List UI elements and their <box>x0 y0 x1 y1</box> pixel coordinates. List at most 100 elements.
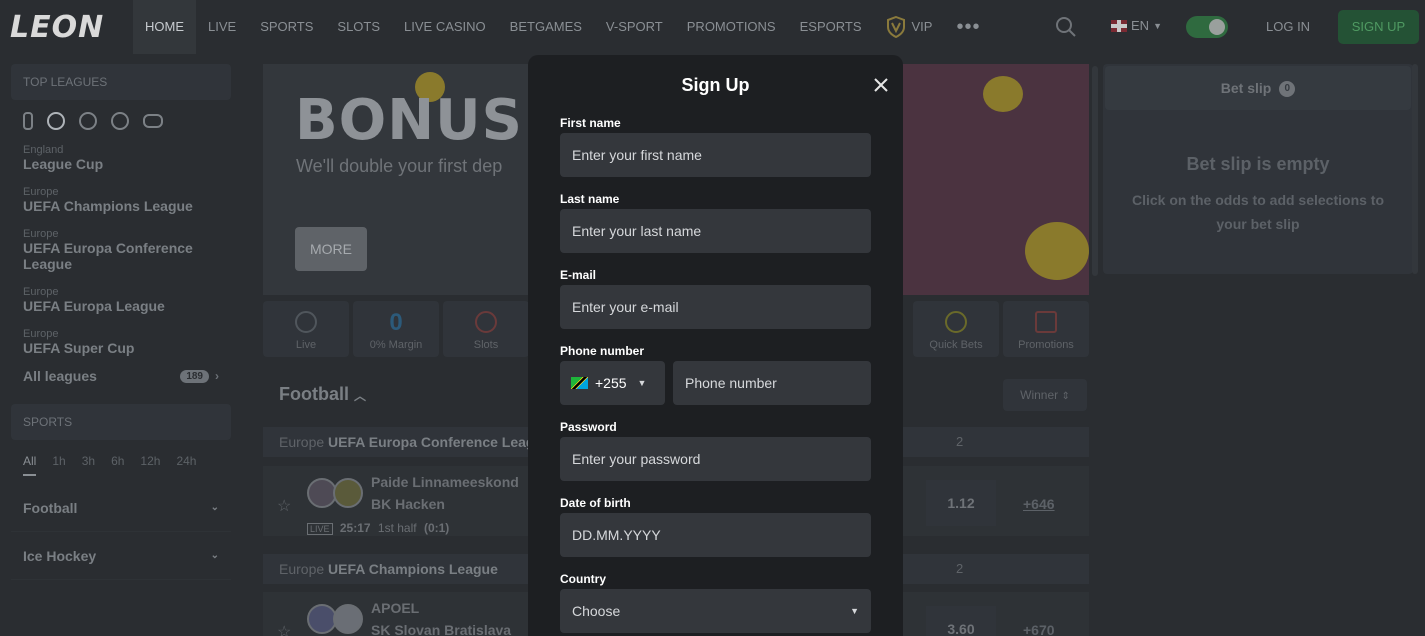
dob-label: Date of birth <box>560 496 631 510</box>
league-name: UEFA Champions League <box>23 198 193 214</box>
left-sidebar: TOP LEAGUES England League Cup Europe UE… <box>11 64 231 580</box>
odds-button[interactable]: 3.60 <box>926 606 996 636</box>
rocket-icon <box>945 311 967 333</box>
tile-slots[interactable]: Slots <box>443 301 529 357</box>
nav-home[interactable]: HOME <box>133 0 196 54</box>
password-label: Password <box>560 420 617 434</box>
nav-sports[interactable]: SPORTS <box>248 0 325 54</box>
basketball-filter-icon[interactable] <box>111 112 129 130</box>
signup-header-button[interactable]: SIGN UP <box>1338 10 1419 44</box>
league-item[interactable]: Europe UEFA Champions League <box>11 186 231 214</box>
slots-icon <box>475 311 497 333</box>
league-item[interactable]: Europe UEFA Europa League <box>11 286 231 314</box>
coin-image <box>983 76 1023 112</box>
tile-promotions[interactable]: Promotions <box>1003 301 1089 357</box>
search-icon[interactable] <box>1054 15 1078 39</box>
betslip-scrollbar[interactable] <box>1412 64 1418 274</box>
more-markets-link[interactable]: +670 <box>1023 622 1055 636</box>
nav-live[interactable]: LIVE <box>196 0 248 54</box>
team-home: APOEL <box>371 600 420 616</box>
star-icon[interactable]: ☆ <box>277 622 291 636</box>
league-region: Europe <box>23 328 59 340</box>
country-select[interactable]: Choose ▼ <box>560 589 871 633</box>
close-icon[interactable] <box>871 75 891 95</box>
time-filter-3h[interactable]: 3h <box>82 454 95 476</box>
nav-betgames[interactable]: BETGAMES <box>498 0 594 54</box>
coin-image <box>1025 222 1089 280</box>
nav-live-casino[interactable]: LIVE CASINO <box>392 0 498 54</box>
nav-vip[interactable]: VIP <box>874 0 945 54</box>
time-filter-24h[interactable]: 24h <box>176 454 196 476</box>
star-icon[interactable]: ☆ <box>277 496 291 516</box>
dob-input[interactable] <box>560 513 871 557</box>
password-input[interactable] <box>560 437 871 481</box>
team-home: Paide Linnameeskond <box>371 474 519 490</box>
toggle-knob <box>1209 19 1225 35</box>
time-filter-1h[interactable]: 1h <box>52 454 65 476</box>
sport-row-ice-hockey[interactable]: Ice Hockey ⌄ <box>11 532 231 580</box>
sports-title: SPORTS <box>11 404 231 440</box>
time-filter-6h[interactable]: 6h <box>111 454 124 476</box>
nav-v-sport[interactable]: V-SPORT <box>594 0 675 54</box>
country-label: Country <box>560 572 606 586</box>
first-name-input[interactable] <box>560 133 871 177</box>
league-name: UEFA Super Cup <box>23 340 135 356</box>
events-heading[interactable]: Football ︿ <box>279 384 366 405</box>
content-scrollbar[interactable] <box>1092 66 1098 276</box>
all-leagues-label: All leagues <box>23 368 97 384</box>
phone-number-input[interactable] <box>673 361 871 405</box>
competition-name: UEFA Champions League <box>328 561 498 577</box>
banner-more-button[interactable]: MORE <box>295 227 367 271</box>
login-button[interactable]: LOG IN <box>1254 0 1322 54</box>
team-logos <box>307 604 363 636</box>
theme-toggle[interactable] <box>1186 16 1228 38</box>
chevron-down-icon: ⌄ <box>210 550 219 561</box>
gamepad-filter-icon[interactable] <box>143 114 163 128</box>
match-period: 1st half <box>377 521 417 535</box>
league-item[interactable]: Europe UEFA Super Cup <box>11 328 231 356</box>
tile-live[interactable]: Live <box>263 301 349 357</box>
market-dropdown[interactable]: Winner ⇕ <box>1003 379 1087 411</box>
tile-label: Slots <box>473 339 499 351</box>
language-code: EN <box>1131 18 1150 33</box>
odds-button[interactable]: 1.12 <box>926 480 996 526</box>
league-name: UEFA Europa Conference League <box>23 240 193 272</box>
leon-logo[interactable]: LEON <box>10 10 104 45</box>
email-input[interactable] <box>560 285 871 329</box>
sport-row-football[interactable]: Football ⌄ <box>11 484 231 532</box>
bet-slip-tab[interactable]: Bet slip 0 <box>1105 66 1411 110</box>
team-away: BK Hacken <box>371 496 445 512</box>
tile-label: 0% Margin <box>369 339 423 351</box>
league-item[interactable]: England League Cup <box>11 144 231 172</box>
events-heading-label: Football <box>279 384 349 404</box>
time-filter-all[interactable]: All <box>23 454 37 476</box>
phone-country-code-select[interactable]: +255 ▼ <box>560 361 665 405</box>
league-item[interactable]: Europe UEFA Europa Conference League <box>11 228 231 272</box>
all-leagues-link[interactable]: All leagues 189 › <box>11 368 231 384</box>
top-header: LEON HOME LIVE SPORTS SLOTS LIVE CASINO … <box>0 0 1425 54</box>
sport-row-label: Ice Hockey <box>23 548 97 564</box>
play-icon <box>295 311 317 333</box>
esports-filter-icon[interactable] <box>23 112 33 130</box>
tile-label: Live <box>295 339 317 351</box>
competition-region: Europe <box>279 434 325 450</box>
league-region: Europe <box>23 228 59 240</box>
nav-slots[interactable]: SLOTS <box>325 0 392 54</box>
language-selector[interactable]: EN ▼ <box>1111 18 1162 33</box>
football-filter-icon[interactable] <box>47 112 65 130</box>
bet-slip-panel: Bet slip 0 Bet slip is empty Click on th… <box>1103 64 1413 274</box>
time-filter-12h[interactable]: 12h <box>140 454 160 476</box>
bet-slip-empty-text: Click on the odds to add selections to y… <box>1131 192 1385 232</box>
nav-esports[interactable]: ESPORTS <box>788 0 874 54</box>
tile-quick-bets[interactable]: Quick Bets <box>913 301 999 357</box>
sport-row-label: Football <box>23 500 78 516</box>
tile-margin[interactable]: 0 0% Margin <box>353 301 439 357</box>
phone-label: Phone number <box>560 344 645 358</box>
more-menu-icon[interactable]: ••• <box>944 0 992 54</box>
tennis-filter-icon[interactable] <box>79 112 97 130</box>
more-markets-link[interactable]: +646 <box>1023 496 1055 512</box>
nav-promotions[interactable]: PROMOTIONS <box>675 0 788 54</box>
live-badge: LIVE <box>307 523 333 535</box>
last-name-input[interactable] <box>560 209 871 253</box>
first-name-label: First name <box>560 116 621 130</box>
